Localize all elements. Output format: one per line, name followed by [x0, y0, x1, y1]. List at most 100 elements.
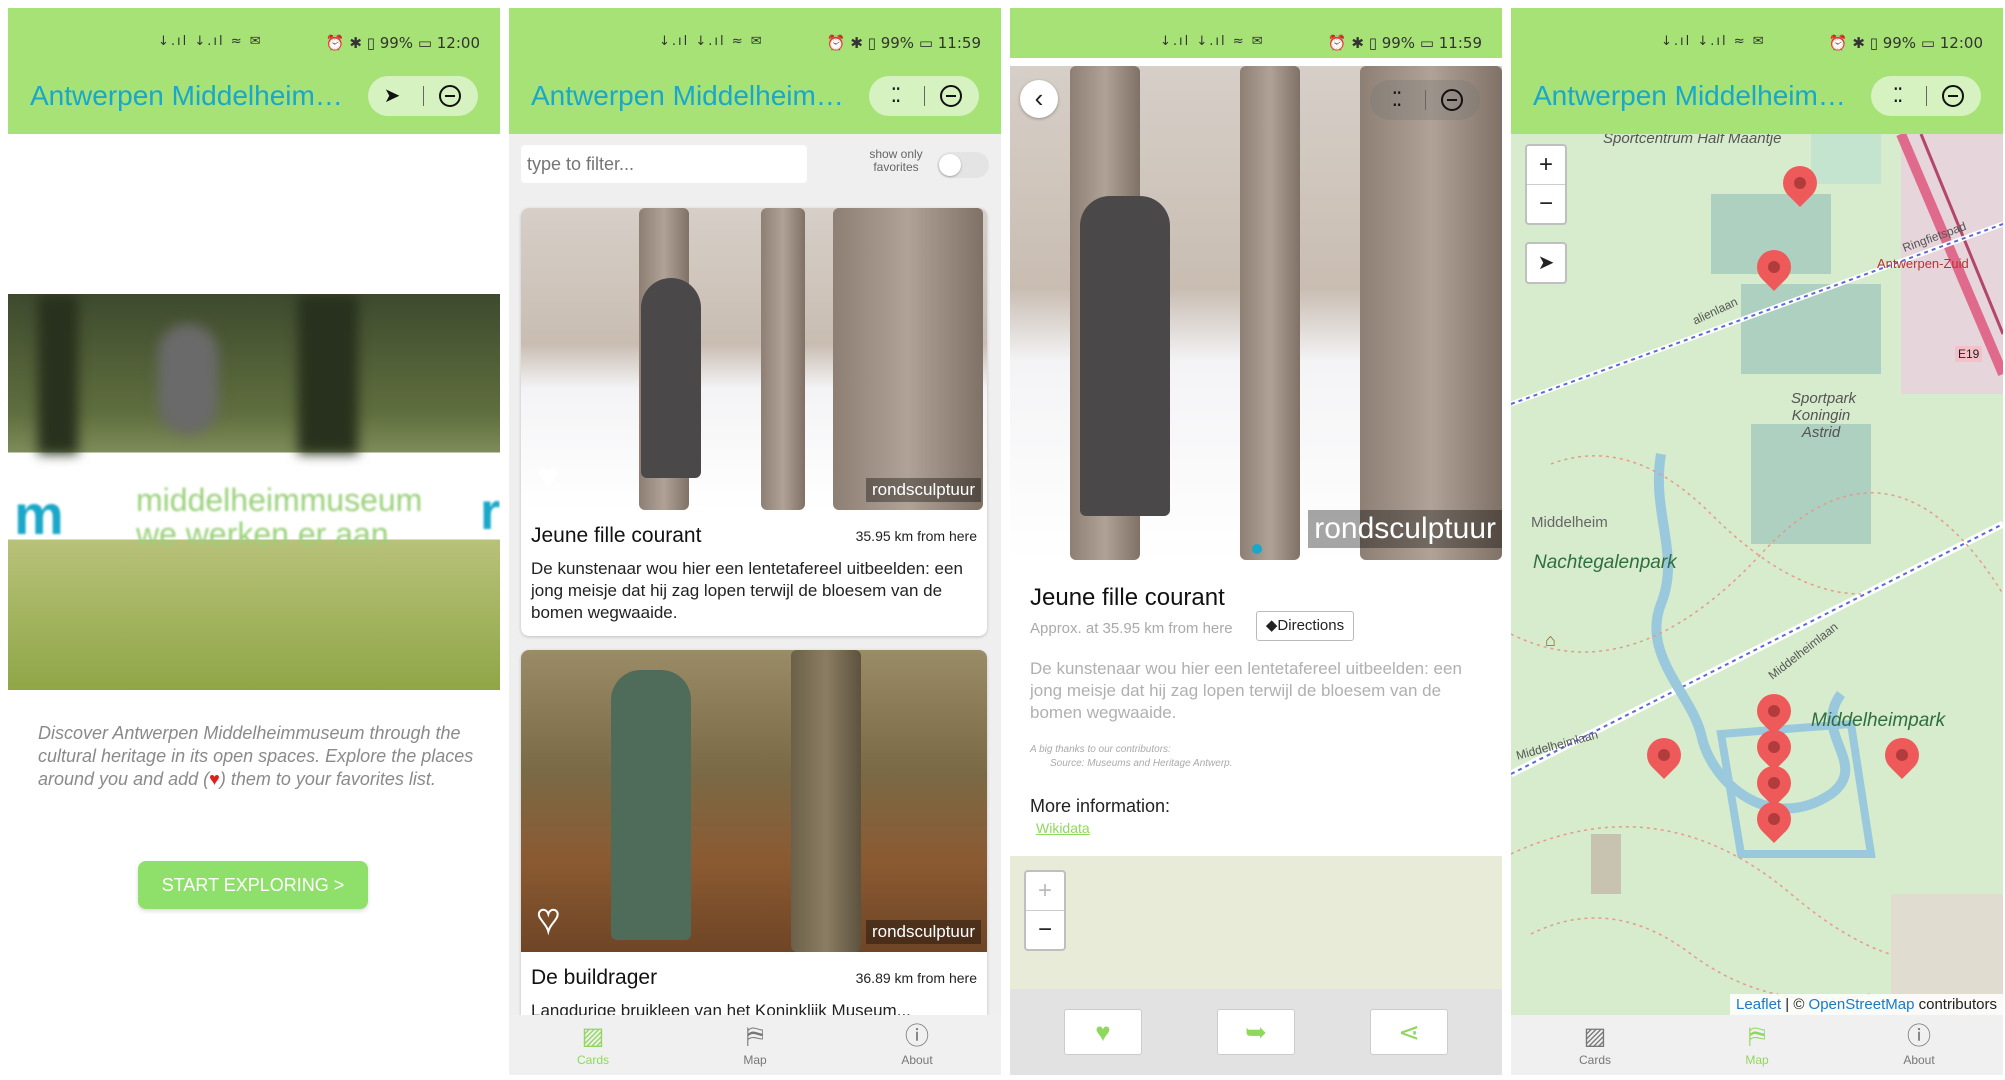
card-description: De kunstenaar wou hier een lentetafereel…	[531, 559, 963, 622]
map-icon: ⛿	[746, 1023, 764, 1050]
back-button[interactable]: ‹	[1020, 80, 1058, 118]
favorite-heart-icon[interactable]: ♥	[536, 899, 561, 939]
leaflet-link[interactable]: Leaflet	[1736, 996, 1781, 1013]
banner-text-1: middelheimmuseum	[136, 482, 423, 518]
hero-image: m middelheimmuseum we werken er aan r	[8, 294, 500, 690]
header-actions: ➤	[368, 76, 478, 116]
favorites-label: show only favorites	[869, 147, 923, 174]
heart-icon: ♥	[209, 769, 220, 789]
map-attribution: Leaflet | © OpenStreetMap contributors	[1730, 994, 2003, 1015]
signal-indicators: ↓.ıl ↓.ıl ≈ ✉	[1661, 34, 1766, 49]
card-buildrager[interactable]: rondsculptuur ♥ De buildrager 36.89 km f…	[521, 650, 987, 1016]
app-bar: Antwerpen Middelheim… ⁚⁚	[1511, 58, 2003, 134]
zoom-in-button[interactable]: +	[1527, 146, 1565, 184]
directions-icon: ◆	[1265, 617, 1278, 634]
close-icon[interactable]	[1438, 86, 1466, 114]
image-icon: ▨	[1583, 1023, 1607, 1050]
status-bar: ↓.ıl ↓.ıl ≈ ✉ ⏰ ✱ ▯ 99% ▭ 11:59	[509, 8, 1001, 58]
more-icon[interactable]: ⁚⁚	[1382, 86, 1410, 114]
signal-indicators: ↓.ıl ↓.ıl ≈ ✉	[1160, 34, 1265, 49]
contributors-note: A big thanks to our contributors:	[1030, 744, 1171, 755]
directions-action-button[interactable]: ➥	[1217, 1009, 1295, 1055]
map-label-nachtegalenpark: Nachtegalenpark	[1533, 552, 1677, 573]
share-icon: ⋖	[1398, 1017, 1420, 1047]
nav-cards[interactable]: ▨ Cards	[1555, 1023, 1635, 1067]
card-distance: 36.89 km from here	[855, 970, 977, 986]
locate-control: ➤	[1525, 242, 1567, 284]
favorite-heart-icon[interactable]: ♥	[537, 458, 560, 496]
divider	[1425, 90, 1426, 110]
divider	[924, 86, 925, 106]
divider	[1926, 86, 1927, 106]
zoom-control: + −	[1525, 144, 1567, 225]
map-label-middelheimpark: Middelheimpark	[1811, 710, 1946, 731]
zoom-in-button[interactable]: +	[1026, 872, 1064, 910]
action-bar: ♥ ➥ ⋖	[1010, 989, 1502, 1075]
heart-icon: ♥	[1095, 1017, 1111, 1047]
nav-cards[interactable]: ▨ Cards	[553, 1023, 633, 1067]
map-label-antwerpen-zuid: Antwerpen-Zuid	[1877, 256, 1969, 271]
zoom-out-button[interactable]: −	[1527, 185, 1565, 223]
card-distance: 35.95 km from here	[855, 528, 977, 544]
museum-logo: m	[14, 483, 64, 546]
map-screen: ↓.ıl ↓.ıl ≈ ✉ ⏰ ✱ ▯ 99% ▭ 12:00 Antwerpe…	[1511, 8, 2003, 1075]
share-button[interactable]: ⋖	[1370, 1009, 1448, 1055]
card-image: rondsculptuur ♥	[521, 208, 987, 510]
locate-icon[interactable]: ➤	[378, 82, 406, 110]
detail-description: De kunstenaar wou hier een lentetafereel…	[1030, 659, 1462, 722]
zoom-out-button[interactable]: −	[1026, 911, 1064, 949]
zoom-control: + −	[1024, 870, 1066, 951]
nav-about[interactable]: ⓘ About	[1879, 1023, 1959, 1067]
photo-credit: rondsculptuur	[865, 920, 981, 944]
detail-image[interactable]	[1010, 66, 1502, 560]
close-icon[interactable]	[937, 82, 965, 110]
card-jeune-fille[interactable]: rondsculptuur ♥ Jeune fille courant 35.9…	[521, 208, 987, 636]
favorite-button[interactable]: ♥	[1064, 1009, 1142, 1055]
filter-bar: show only favorites	[509, 134, 1001, 196]
bottom-nav: ▨ Cards ⛿ Map ⓘ About	[1511, 1015, 2003, 1075]
close-icon[interactable]	[1939, 82, 1967, 110]
start-exploring-button[interactable]: START EXPLORING >	[138, 861, 368, 909]
museum-icon: ⌂	[1545, 630, 1556, 650]
favorites-toggle[interactable]	[937, 152, 989, 178]
info-icon: ⓘ	[1907, 1023, 1931, 1050]
status-bar: ↓.ıl ↓.ıl ≈ ✉ ⏰ ✱ ▯ 99% ▭ 12:00	[1511, 8, 2003, 58]
map-label-sportpark: Sportpark Koningin Astrid	[1791, 390, 1857, 441]
wikidata-link[interactable]: Wikidata	[1036, 820, 1090, 836]
header-actions: ⁚⁚	[1871, 76, 1981, 116]
app-title: Antwerpen Middelheim…	[1533, 80, 1846, 111]
close-icon[interactable]	[436, 82, 464, 110]
app-bar: Antwerpen Middelheim… ➤	[8, 58, 500, 134]
app-title: Antwerpen Middelheim…	[531, 80, 844, 111]
app-title: Antwerpen Middelheim…	[30, 80, 343, 111]
detail-distance: Approx. at 35.95 km from here	[1030, 620, 1233, 637]
card-list: rondsculptuur ♥ Jeune fille courant 35.9…	[509, 196, 1001, 1016]
more-icon[interactable]: ⁚⁚	[881, 82, 909, 110]
intro-text: Discover Antwerpen Middelheimmuseum thro…	[38, 723, 474, 789]
image-icon: ▨	[581, 1023, 605, 1050]
card-title: De buildrager	[531, 966, 658, 989]
map-label-middelheim: Middelheim	[1531, 514, 1608, 531]
nav-map[interactable]: ⛿ Map	[715, 1023, 795, 1067]
nav-map[interactable]: ⛿ Map	[1717, 1023, 1797, 1067]
map-label-sportcentrum: Sportcentrum Half Maantje	[1603, 134, 1782, 147]
more-info-label: More information:	[1030, 796, 1171, 816]
directions-button[interactable]: ◆Directions	[1256, 611, 1354, 641]
card-image: rondsculptuur ♥	[521, 650, 987, 952]
info-icon: ⓘ	[905, 1023, 929, 1050]
status-right: ⏰ ✱ ▯ 99% ▭ 12:00	[1828, 34, 1983, 52]
status-bar: ↓.ıl ↓.ıl ≈ ✉ ⏰ ✱ ▯ 99% ▭ 11:59	[1010, 8, 1502, 58]
nav-about[interactable]: ⓘ About	[877, 1023, 957, 1067]
welcome-screen: ↓.ıl ↓.ıl ≈ ✉ ⏰ ✱ ▯ 99% ▭ 12:00 Antwerpe…	[8, 8, 500, 1075]
locate-icon[interactable]: ➤	[1527, 244, 1565, 282]
status-right: ⏰ ✱ ▯ 99% ▭ 11:59	[826, 34, 981, 52]
cards-screen: ↓.ıl ↓.ıl ≈ ✉ ⏰ ✱ ▯ 99% ▭ 11:59 Antwerpe…	[509, 8, 1001, 1075]
more-icon[interactable]: ⁚⁚	[1883, 82, 1911, 110]
filter-input[interactable]	[521, 145, 807, 183]
carousel-indicator	[1252, 544, 1262, 554]
osm-link[interactable]: OpenStreetMap	[1809, 996, 1915, 1013]
map-view[interactable]: Sportcentrum Half Maantje Sportpark Koni…	[1511, 134, 2003, 1015]
divider	[423, 86, 424, 106]
app-bar: Antwerpen Middelheim… ⁚⁚	[509, 58, 1001, 134]
banner-text-2: we werken er aan	[136, 516, 389, 552]
